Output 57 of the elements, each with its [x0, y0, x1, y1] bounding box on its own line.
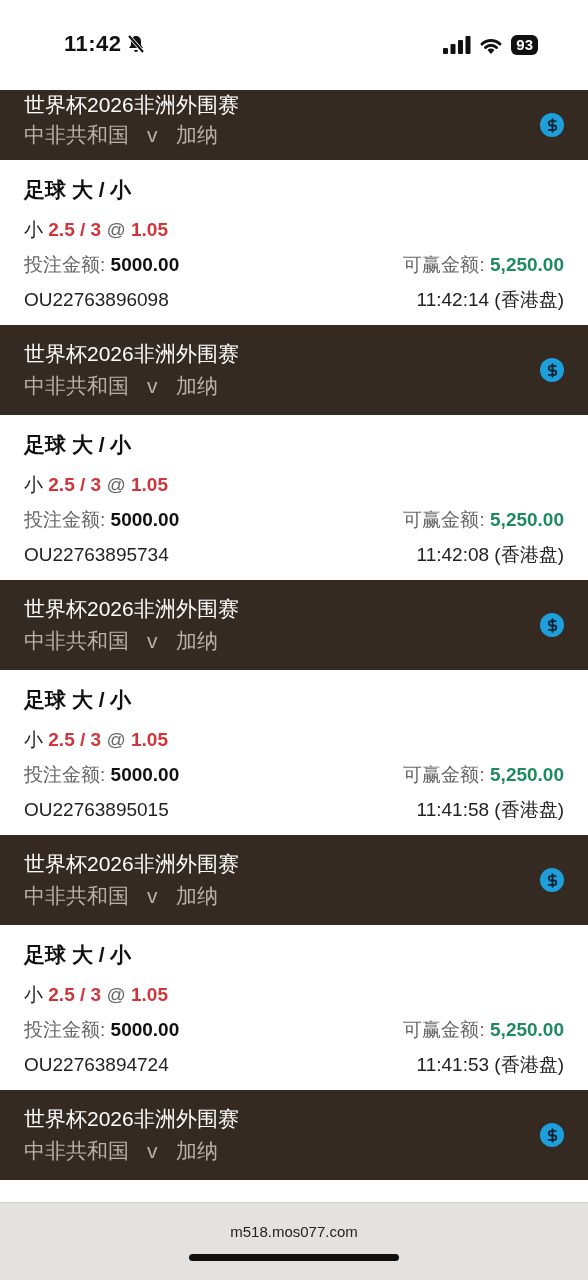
- dollar-icon: [540, 613, 564, 637]
- signal-icon: [443, 36, 472, 54]
- home-team: 中非共和国: [24, 628, 129, 654]
- league-name: 世界杯2026非洲外围赛: [24, 92, 239, 118]
- league-name: 世界杯2026非洲外围赛: [24, 341, 239, 367]
- away-team: 加纳: [175, 373, 218, 399]
- away-team: 加纳: [175, 883, 218, 909]
- market-title: 足球 大 / 小: [24, 687, 133, 713]
- stake-amount: 投注金额: 5000.00: [24, 1017, 180, 1042]
- status-time: 11:42: [64, 31, 122, 57]
- ticket-id: OU22763895734: [24, 543, 169, 566]
- address-bar[interactable]: m518.mos077.com: [0, 1202, 588, 1280]
- wifi-icon: [479, 36, 504, 54]
- home-team: 中非共和国: [24, 122, 129, 148]
- potential-win: 可赢金额: 5,250.00: [403, 762, 564, 787]
- league-name: 世界杯2026非洲外围赛: [24, 1106, 239, 1132]
- bet-selection: 小 2.5 / 3 @ 1.05: [24, 472, 168, 497]
- ticket-id: OU22763894724: [24, 1053, 169, 1076]
- league-name: 世界杯2026非洲外围赛: [24, 851, 239, 877]
- bet-time: 11:41:58 (香港盘): [416, 797, 564, 822]
- bet-time: 11:42:08 (香港盘): [416, 542, 564, 567]
- home-team: 中非共和国: [24, 373, 129, 399]
- bet-selection: 小 2.5 / 3 @ 1.05: [24, 217, 168, 242]
- stake-amount: 投注金额: 5000.00: [24, 762, 180, 787]
- dollar-icon: [540, 868, 564, 892]
- versus-label: v: [147, 628, 158, 654]
- league-name: 世界杯2026非洲外围赛: [24, 596, 239, 622]
- market-title: 足球 大 / 小: [24, 942, 133, 968]
- battery-indicator: 93: [511, 35, 538, 55]
- versus-label: v: [147, 373, 158, 399]
- away-team: 加纳: [175, 122, 218, 148]
- potential-win: 可赢金额: 5,250.00: [403, 252, 564, 277]
- bet-time: 11:42:14 (香港盘): [416, 287, 564, 312]
- ticket-id: OU22763896098: [24, 288, 169, 311]
- stake-amount: 投注金额: 5000.00: [24, 507, 180, 532]
- bet-selection: 小 2.5 / 3 @ 1.05: [24, 982, 168, 1007]
- market-title: 足球 大 / 小: [24, 177, 133, 203]
- dollar-icon: [540, 358, 564, 382]
- dollar-icon: [540, 113, 564, 137]
- versus-label: v: [147, 122, 158, 148]
- away-team: 加纳: [175, 628, 218, 654]
- versus-label: v: [147, 883, 158, 909]
- away-team: 加纳: [175, 1138, 218, 1164]
- home-team: 中非共和国: [24, 1138, 129, 1164]
- market-title: 足球 大 / 小: [24, 432, 133, 458]
- potential-win: 可赢金额: 5,250.00: [403, 1017, 564, 1042]
- bell-slash-icon: [125, 34, 146, 54]
- home-team: 中非共和国: [24, 883, 129, 909]
- stake-amount: 投注金额: 5000.00: [24, 252, 180, 277]
- ticket-id: OU22763895015: [24, 798, 169, 821]
- url-text: m518.mos077.com: [230, 1223, 358, 1240]
- potential-win: 可赢金额: 5,250.00: [403, 507, 564, 532]
- dollar-icon: [540, 1123, 564, 1147]
- home-indicator[interactable]: [189, 1254, 399, 1261]
- versus-label: v: [147, 1138, 158, 1164]
- bet-selection: 小 2.5 / 3 @ 1.05: [24, 727, 168, 752]
- bet-time: 11:41:53 (香港盘): [416, 1052, 564, 1077]
